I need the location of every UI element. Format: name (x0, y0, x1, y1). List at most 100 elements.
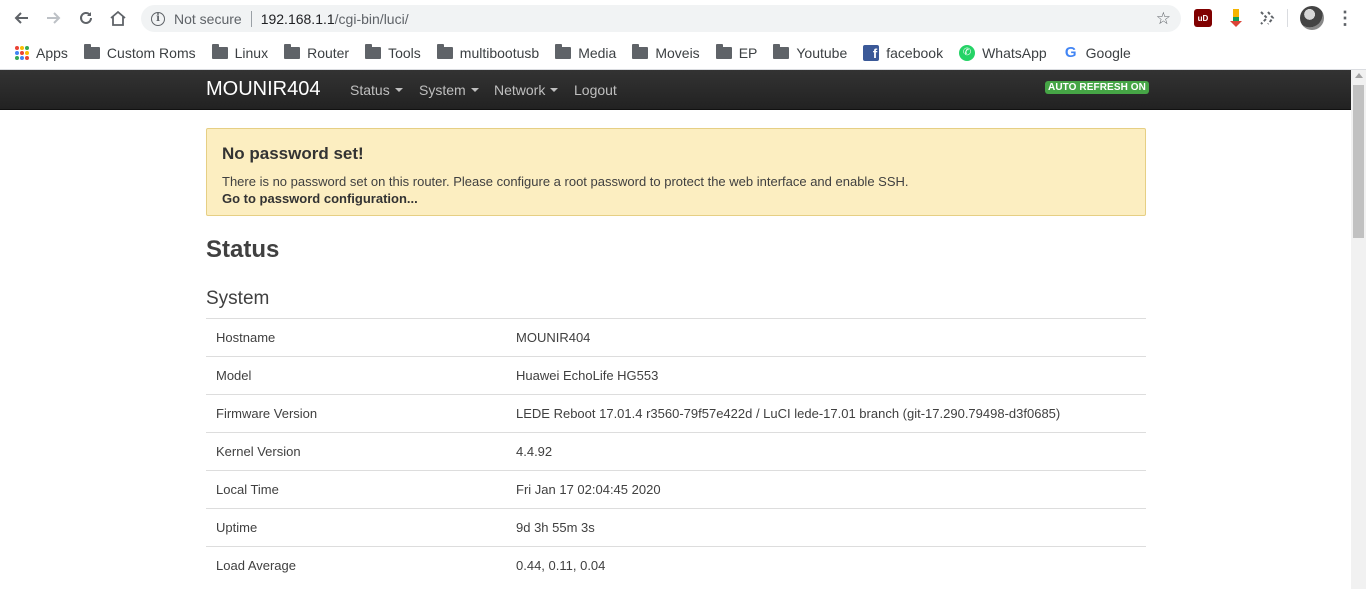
table-row: Uptime 9d 3h 55m 3s (206, 508, 1146, 546)
menu-network-label: Network (494, 82, 546, 98)
row-key: Local Time (216, 482, 279, 497)
bookmark-tools[interactable]: Tools (365, 43, 421, 61)
table-row: Load Average 0.44, 0.11, 0.04 (206, 546, 1146, 584)
row-value: Huawei EchoLife HG553 (516, 368, 659, 383)
no-password-alert: No password set! There is no password se… (206, 128, 1146, 216)
ublock-origin-icon[interactable]: uD (1194, 9, 1212, 27)
scrollbar-thumb[interactable] (1353, 85, 1364, 238)
row-key: Uptime (216, 520, 258, 535)
bookmark-label: Linux (234, 44, 269, 61)
bookmark-ep[interactable]: EP (715, 43, 758, 61)
back-arrow-icon[interactable] (9, 6, 33, 30)
security-label: Not secure (174, 10, 242, 27)
folder-icon (436, 43, 453, 59)
info-icon[interactable]: i (151, 11, 165, 26)
auto-refresh-badge[interactable]: AUTO REFRESH ON (1045, 81, 1149, 94)
bookmark-label: Media (578, 44, 617, 61)
bookmark-router[interactable]: Router (284, 43, 350, 61)
bookmark-label: Tools (388, 44, 421, 61)
bookmarks-bar: Apps Custom Roms Linux Router Tools mult… (0, 36, 1366, 70)
row-value: 0.44, 0.11, 0.04 (516, 558, 606, 573)
folder-icon (83, 43, 100, 59)
bookmark-label: Youtube (796, 44, 848, 61)
bookmark-moveis[interactable]: Moveis (632, 43, 700, 61)
system-info-table: Hostname MOUNIR404 Model Huawei EchoLife H… (206, 318, 1146, 584)
reload-icon[interactable] (74, 6, 98, 30)
row-key: Load Average (216, 558, 296, 573)
google-icon: G (1064, 44, 1077, 61)
folder-icon (365, 43, 382, 59)
row-value: LEDE Reboot 17.01.4 r3560-79f57e422d / L… (516, 406, 1061, 421)
bookmark-label: Custom Roms (106, 44, 196, 61)
bookmark-label: facebook (886, 44, 944, 61)
table-row: Model Huawei EchoLife HG553 (206, 356, 1146, 394)
menu-status[interactable]: Status (350, 82, 403, 98)
bookmark-star-icon[interactable]: ☆ (1156, 9, 1171, 29)
alert-text: There is no password set on this router.… (222, 174, 909, 189)
password-config-link[interactable]: Go to password configuration... (222, 191, 418, 206)
row-value: MOUNIR404 (516, 330, 591, 345)
omnibox-divider (250, 10, 252, 27)
row-key: Hostname (216, 330, 276, 345)
forward-arrow-icon[interactable] (42, 6, 66, 30)
menu-status-label: Status (350, 82, 390, 98)
page-scrollbar[interactable] (1351, 70, 1366, 589)
folder-icon (555, 43, 572, 59)
bookmark-youtube[interactable]: Youtube (773, 43, 848, 61)
menu-system[interactable]: System (419, 82, 479, 98)
table-row: Firmware Version LEDE Reboot 17.01.4 r356… (206, 394, 1146, 432)
folder-icon (284, 43, 301, 59)
bookmark-label: Apps (36, 44, 68, 61)
menu-network[interactable]: Network (494, 82, 559, 98)
bookmark-label: Router (307, 44, 350, 61)
menu-system-label: System (419, 82, 466, 98)
caret-down-icon (550, 88, 559, 92)
share-extension-icon[interactable] (1258, 9, 1276, 27)
address-bar[interactable]: i Not secure 192.168.1.1 /cgi-bin/luci/ … (141, 5, 1181, 32)
bookmark-label: Moveis (655, 44, 700, 61)
bookmark-custom-roms[interactable]: Custom Roms (83, 43, 196, 61)
bookmark-label: WhatsApp (982, 44, 1047, 61)
url-host: 192.168.1.1 (260, 10, 335, 27)
facebook-icon: f (863, 44, 880, 61)
row-value: Fri Jan 17 02:04:45 2020 (516, 482, 661, 497)
scroll-up-arrow-icon[interactable] (1355, 73, 1363, 78)
row-key: Firmware Version (216, 406, 318, 421)
bookmark-linux[interactable]: Linux (211, 43, 269, 61)
row-key: Kernel Version (216, 444, 301, 459)
bookmark-whatsapp[interactable]: ✆ WhatsApp (959, 44, 1047, 61)
bookmark-label: EP (738, 44, 758, 61)
caret-down-icon (470, 88, 479, 92)
bookmark-google[interactable]: G Google (1063, 44, 1131, 61)
apps-icon (15, 45, 29, 60)
home-icon[interactable] (106, 6, 130, 30)
folder-icon (632, 43, 649, 59)
profile-avatar[interactable] (1300, 6, 1324, 30)
folder-icon (715, 43, 732, 59)
chrome-menu-icon[interactable]: ⋮ (1336, 7, 1354, 29)
table-row: Local Time Fri Jan 17 02:04:45 2020 (206, 470, 1146, 508)
bookmark-media[interactable]: Media (555, 43, 617, 61)
url-path: /cgi-bin/luci/ (334, 10, 409, 27)
table-row: Hostname MOUNIR404 (206, 318, 1146, 356)
folder-icon (773, 43, 790, 59)
row-value: 4.4.92 (516, 444, 553, 459)
bookmark-apps[interactable]: Apps (15, 45, 68, 61)
bookmark-multibootusb[interactable]: multibootusb (436, 43, 539, 61)
browser-toolbar: i Not secure 192.168.1.1 /cgi-bin/luci/ … (0, 0, 1366, 36)
folder-icon (211, 43, 228, 59)
bookmark-label: Google (1085, 44, 1131, 61)
toolbar-divider (1287, 9, 1288, 27)
table-row: Kernel Version 4.4.92 (206, 432, 1146, 470)
alert-title: No password set! (222, 144, 364, 163)
page-viewport: MOUNIR404 Status System Network Logout A… (0, 70, 1351, 589)
luci-navbar: MOUNIR404 Status System Network Logout A… (0, 70, 1351, 110)
download-extension-icon[interactable] (1227, 9, 1245, 27)
bookmark-facebook[interactable]: f facebook (863, 44, 944, 61)
brand-hostname[interactable]: MOUNIR404 (206, 78, 320, 101)
whatsapp-icon: ✆ (959, 44, 976, 61)
row-value: 9d 3h 55m 3s (516, 520, 595, 535)
section-title: System (206, 288, 270, 309)
caret-down-icon (394, 88, 403, 92)
menu-logout[interactable]: Logout (574, 82, 617, 98)
